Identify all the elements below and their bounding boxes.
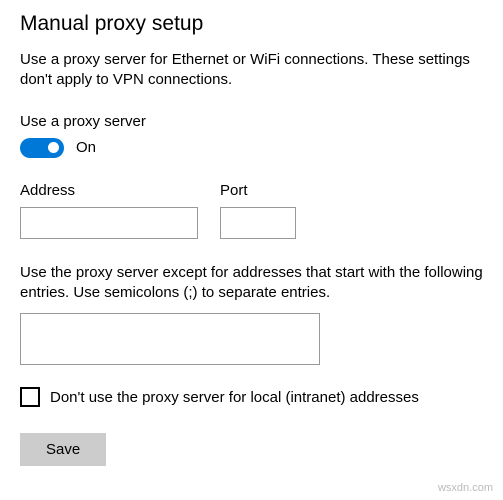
local-bypass-checkbox[interactable] bbox=[20, 387, 40, 407]
local-bypass-row: Don't use the proxy server for local (in… bbox=[20, 387, 483, 407]
proxy-description: Use a proxy server for Ethernet or WiFi … bbox=[20, 50, 483, 91]
address-label: Address bbox=[20, 182, 198, 199]
page-heading: Manual proxy setup bbox=[20, 12, 483, 36]
toggle-state-text: On bbox=[76, 139, 96, 156]
address-input[interactable] bbox=[20, 207, 198, 239]
proxy-toggle[interactable] bbox=[20, 138, 64, 158]
port-label: Port bbox=[220, 182, 296, 199]
exceptions-input[interactable] bbox=[20, 313, 320, 365]
toggle-knob bbox=[48, 142, 59, 153]
watermark: wsxdn.com bbox=[438, 482, 493, 494]
save-button[interactable]: Save bbox=[20, 433, 106, 466]
port-group: Port bbox=[220, 182, 296, 239]
local-bypass-label: Don't use the proxy server for local (in… bbox=[50, 389, 419, 406]
exceptions-description: Use the proxy server except for addresse… bbox=[20, 263, 483, 304]
port-input[interactable] bbox=[220, 207, 296, 239]
toggle-row: On bbox=[20, 138, 483, 158]
toggle-label: Use a proxy server bbox=[20, 113, 483, 130]
address-group: Address bbox=[20, 182, 198, 239]
address-port-row: Address Port bbox=[20, 182, 483, 239]
